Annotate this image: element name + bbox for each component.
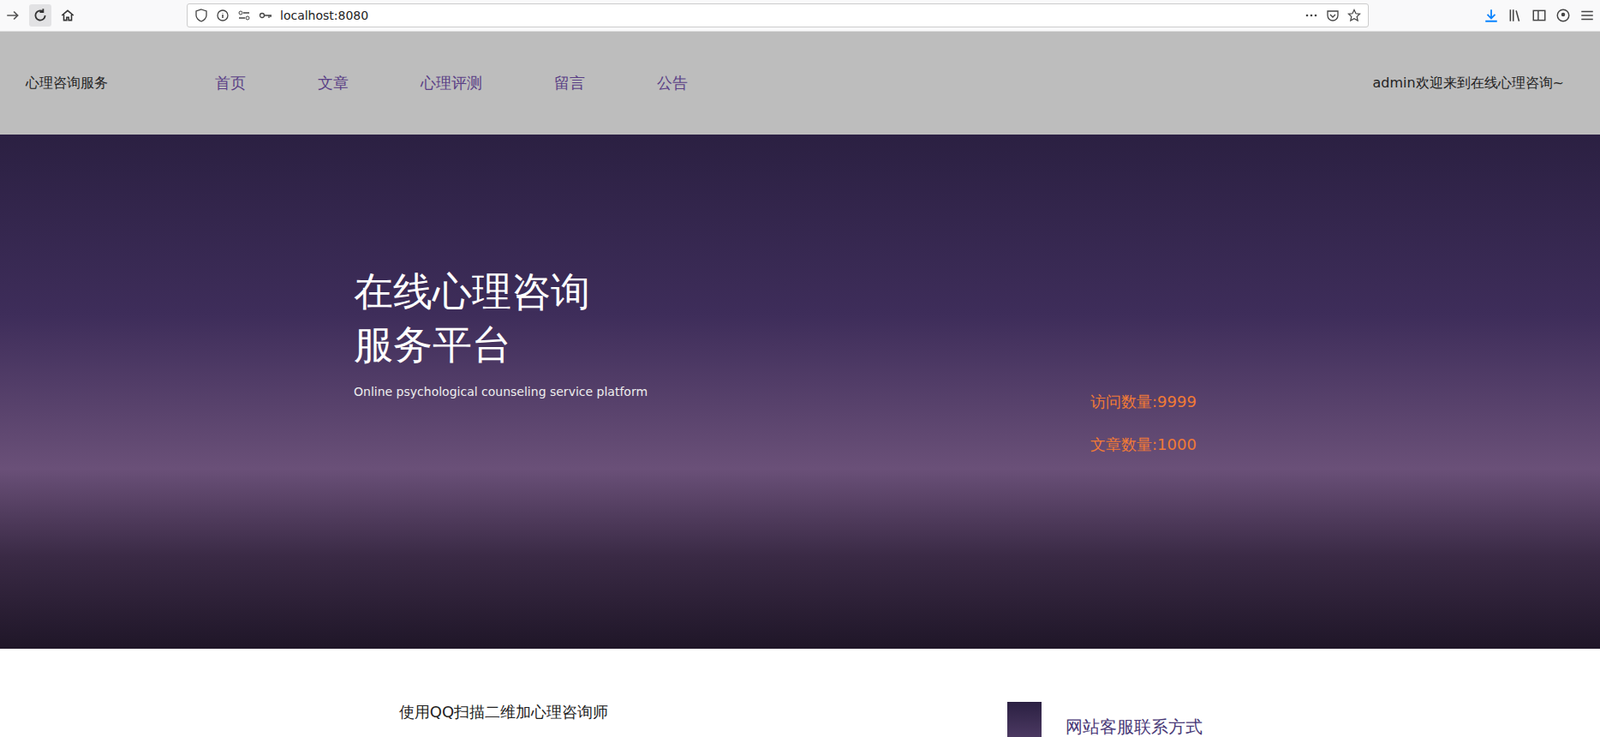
- hero-banner: 在线心理咨询服务平台 Online psychological counseli…: [0, 134, 1600, 649]
- key-icon[interactable]: [258, 8, 273, 23]
- stat-item: 文章数量:1000: [1090, 434, 1197, 455]
- download-icon[interactable]: [1483, 7, 1499, 24]
- library-icon[interactable]: [1507, 7, 1523, 24]
- contact-title[interactable]: 网站客服联系方式: [1065, 715, 1203, 737]
- permissions-icon[interactable]: [237, 8, 251, 23]
- menu-icon[interactable]: [1579, 7, 1595, 24]
- forward-icon[interactable]: [5, 7, 21, 24]
- nav-link[interactable]: 公告: [656, 72, 760, 94]
- browser-toolbar: localhost:8080: [0, 0, 1600, 32]
- nav-link[interactable]: 文章: [317, 72, 421, 94]
- nav-link[interactable]: 心理评测: [420, 72, 555, 94]
- contact-image: [1007, 701, 1042, 737]
- more-icon[interactable]: [1304, 8, 1319, 23]
- info-icon[interactable]: [215, 8, 230, 23]
- nav-link[interactable]: 留言: [554, 72, 657, 94]
- url-text[interactable]: localhost:8080: [280, 8, 369, 23]
- sidebar-icon[interactable]: [1531, 7, 1547, 24]
- pocket-icon[interactable]: [1325, 8, 1340, 23]
- contact-block: 网站客服联系方式: [1007, 701, 1203, 737]
- nav-link[interactable]: 首页: [214, 72, 318, 94]
- reload-icon[interactable]: [29, 4, 52, 27]
- hero-subtitle: Online psychological counseling service …: [353, 384, 637, 399]
- stat-item: 访问数量:9999: [1090, 391, 1197, 412]
- info-section: 使用QQ扫描二维加心理咨询师 网站客服联系方式: [0, 648, 1600, 737]
- hero-text: 在线心理咨询服务平台 Online psychological counseli…: [353, 134, 637, 649]
- user-greeting: admin欢迎来到在线心理咨询~: [1372, 74, 1565, 93]
- shield-icon: [194, 8, 209, 23]
- hero-title: 在线心理咨询服务平台: [353, 264, 637, 371]
- url-field[interactable]: localhost:8080: [186, 3, 1369, 28]
- home-icon[interactable]: [59, 7, 76, 24]
- account-icon[interactable]: [1555, 7, 1571, 24]
- star-icon[interactable]: [1347, 8, 1362, 23]
- qr-caption: 使用QQ扫描二维加心理咨询师: [0, 701, 1008, 723]
- site-nav: 心理咨询服务 首页文章心理评测留言公告 admin欢迎来到在线心理咨询~: [0, 31, 1600, 135]
- site-stats: 访问数量:9999 文章数量:1000: [1090, 134, 1197, 649]
- nav-links: 首页文章心理评测留言公告: [214, 72, 760, 94]
- browser-window: localhost:8080 心理咨询服务 首页文章心理评测留言公告 admin…: [0, 0, 1600, 737]
- brand[interactable]: 心理咨询服务: [25, 74, 215, 93]
